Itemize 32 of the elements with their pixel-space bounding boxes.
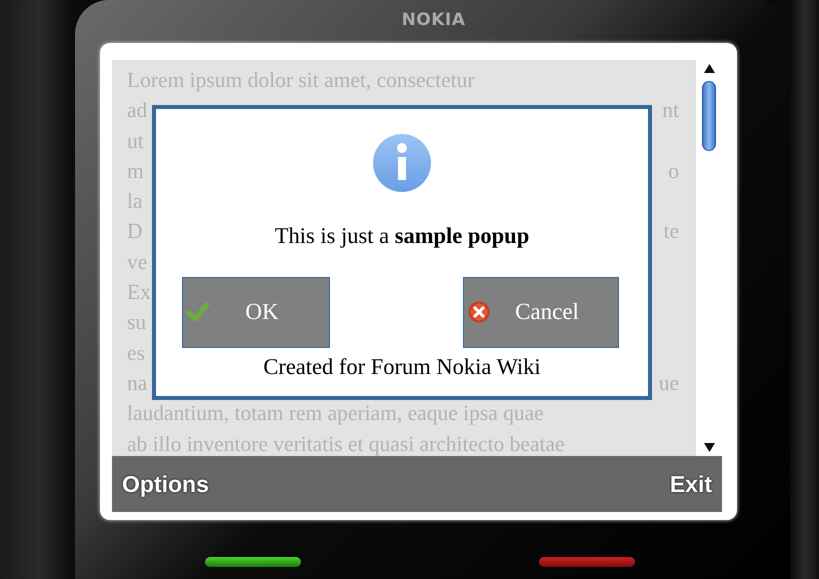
popup-footer-text: Created for Forum Nokia Wiki — [263, 356, 541, 378]
text-line: ad — [127, 97, 148, 124]
text-line: ue — [658, 370, 679, 397]
cancel-icon — [468, 300, 490, 324]
right-softkey[interactable]: Exit — [670, 466, 712, 502]
text-line: Ex — [127, 279, 151, 306]
text-line: ut — [127, 128, 144, 155]
text-line: na — [127, 370, 148, 397]
end-call-key[interactable] — [539, 557, 635, 567]
scroll-thumb[interactable] — [702, 81, 716, 151]
text-line: su — [127, 309, 146, 336]
text-line: D — [127, 218, 143, 246]
popup-message: This is just a sample popup — [274, 222, 530, 250]
cancel-button[interactable]: Cancel — [463, 276, 619, 348]
text-line: es — [127, 340, 145, 367]
text-line: te — [663, 218, 679, 246]
text-line: ab illo inventore veritatis et quasi architecto beatae — [127, 430, 565, 456]
ok-button[interactable]: OK — [182, 276, 330, 348]
info-icon — [372, 133, 432, 195]
text-line: la — [127, 188, 143, 216]
text-line: ve — [127, 248, 148, 276]
text-line: m — [127, 158, 144, 185]
scroll-down-icon[interactable] — [704, 443, 714, 452]
text-line: Lorem ipsum dolor sit amet, consectetur — [127, 67, 474, 94]
text-line: o — [668, 158, 679, 185]
scroll-up-icon[interactable] — [704, 64, 714, 73]
check-icon — [187, 300, 209, 324]
text-line: laudantium, totam rem aperiam, eaque ipsa quae — [127, 400, 544, 428]
brand-logo: NOKIA — [402, 10, 466, 30]
call-key[interactable] — [205, 557, 301, 567]
left-softkey[interactable]: Options — [122, 466, 209, 502]
text-line: nt — [662, 97, 679, 124]
